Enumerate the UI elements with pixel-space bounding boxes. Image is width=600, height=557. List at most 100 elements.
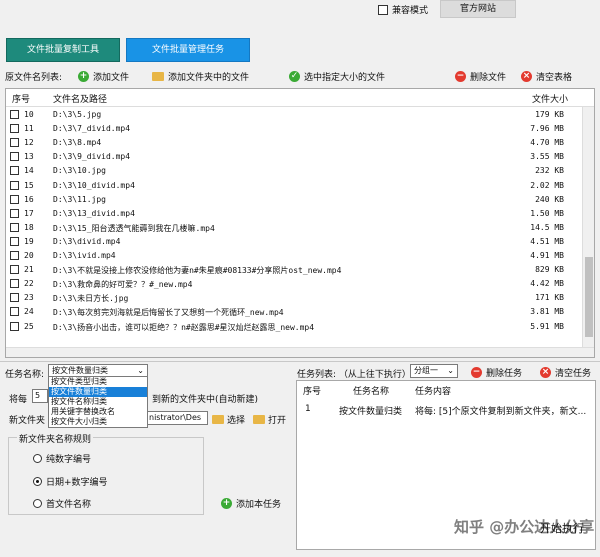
clear-table-button[interactable]: × 清空表格 [521, 70, 572, 83]
rule-option-first-name[interactable]: 首文件名称 [33, 497, 91, 510]
row-path: D:\3\未日方长.jpg [53, 294, 129, 304]
add-folder-files-label: 添加文件夹中的文件 [168, 73, 250, 83]
rule-legend: 新文件夹名称规则 [17, 432, 94, 445]
row-checkbox[interactable] [10, 180, 19, 190]
row-checkbox[interactable] [10, 152, 19, 162]
table-row[interactable]: 22 D:\3\救命鼻的好可爱？？#_new.mp4 4.42 MB [6, 277, 594, 291]
row-checkbox[interactable] [10, 194, 19, 204]
tab-copy-tool[interactable]: 文件批量复制工具 [6, 38, 120, 62]
compat-mode-checkbox[interactable] [378, 4, 388, 15]
row-path: D:\3\10.jpg [53, 166, 106, 176]
clear-task-button[interactable]: × 清空任务 [540, 366, 591, 379]
row-checkbox[interactable] [10, 251, 19, 260]
table-row[interactable]: 11 D:\3\7_divid.mp4 7.96 MB [6, 122, 594, 136]
dropdown-option[interactable]: 用关键字替换改名 [49, 407, 147, 417]
row-no: 23 [24, 293, 34, 303]
select-folder-button[interactable]: 选择 [212, 413, 245, 426]
radio-icon[interactable] [33, 499, 42, 508]
delete-file-label: 删除文件 [470, 73, 507, 83]
table-row[interactable]: 1 按文件数量归类 将每: [5]个原文件复制到新文件夹，新文... [297, 401, 595, 417]
row-path: D:\3\11.jpg [53, 194, 106, 204]
table-row[interactable]: 18 D:\3\15_阳台透透气能薅到我在几楼嘛.mp4 14.5 MB [6, 221, 594, 235]
compat-mode-toggle[interactable]: 兼容模式 [378, 3, 428, 16]
radio-selected-icon[interactable] [33, 477, 42, 486]
row-path: D:\3\9_divid.mp4 [53, 152, 131, 162]
row-checkbox[interactable] [10, 138, 19, 148]
row-checkbox[interactable] [10, 236, 19, 246]
col-name: 任务名称 [353, 387, 390, 397]
dropdown-option[interactable]: 按文件大小归类 [49, 417, 147, 427]
add-file-label: 添加文件 [93, 73, 130, 83]
row-no: 24 [24, 307, 34, 317]
divider [0, 361, 600, 362]
row-checkbox[interactable] [10, 265, 19, 275]
check-icon: ✓ [289, 71, 300, 82]
task-table-header: 序号 任务名称 任务内容 [297, 381, 595, 399]
close-icon: × [540, 367, 551, 378]
row-checkbox[interactable] [10, 208, 19, 218]
row-no: 12 [24, 138, 34, 148]
dropdown-option[interactable]: 按文件数量归类 [49, 387, 147, 397]
dropdown-option[interactable]: 按文件类型归类 [49, 377, 147, 387]
tab-manage-task[interactable]: 文件批量管理任务 [126, 38, 250, 62]
row-checkbox[interactable] [10, 293, 19, 303]
table-row[interactable]: 13 D:\3\9_divid.mp4 3.55 MB [6, 150, 594, 164]
table-row[interactable]: 12 D:\3\8.mp4 4.70 MB [6, 136, 594, 150]
every-count-input[interactable]: 5 [32, 389, 48, 403]
row-checkbox[interactable] [10, 307, 19, 317]
group-value: 分组一 [414, 366, 438, 375]
table-row[interactable]: 10 D:\3\5.jpg 179 KB [6, 108, 594, 122]
row-no: 22 [24, 279, 34, 289]
scrollbar-thumb[interactable] [585, 257, 593, 337]
dropdown-option[interactable]: 按文件名称归类 [49, 397, 147, 407]
row-size: 2.02 MB [530, 180, 564, 190]
table-row[interactable]: 21 D:\3\不就是没接上修农没修给他为妻n#朱星痕#08133#分享照片ost… [6, 263, 594, 277]
add-folder-files-button[interactable]: 添加文件夹中的文件 [152, 70, 249, 83]
select-by-size-button[interactable]: ✓ 选中指定大小的文件 [289, 70, 385, 83]
group-select[interactable]: 分组一 ⌄ [410, 364, 458, 378]
add-task-button[interactable]: + 添加本任务 [221, 497, 281, 510]
file-table[interactable]: 序号 文件名及路径 文件大小 10 D:\3\5.jpg 179 KB 11 D:\3\… [5, 88, 595, 358]
table-row[interactable]: 20 D:\3\ivid.mp4 4.91 MB [6, 249, 594, 263]
table-row[interactable]: 24 D:\3\每次剪完刘海就是后悔留长了又想剪一个死循环_new.mp4 3.81… [6, 305, 594, 319]
row-checkbox[interactable] [10, 222, 19, 232]
row-size: 5.91 MB [530, 321, 564, 331]
add-file-button[interactable]: + 添加文件 [78, 70, 129, 83]
table-row[interactable]: 14 D:\3\10.jpg 232 KB [6, 164, 594, 178]
row-size: 171 KB [535, 293, 564, 303]
rule-option-date[interactable]: 日期+数字编号 [33, 475, 108, 488]
vertical-scrollbar[interactable] [582, 107, 594, 347]
task-name-dropdown[interactable]: 按文件类型归类 按文件数量归类 按文件名称归类 用关键字替换改名 按文件大小归类 [48, 376, 148, 428]
delete-file-button[interactable]: − 删除文件 [455, 70, 506, 83]
radio-icon[interactable] [33, 454, 42, 463]
row-size: 4.70 MB [530, 138, 564, 148]
table-row[interactable]: 16 D:\3\11.jpg 240 KB [6, 193, 594, 207]
row-checkbox[interactable] [10, 279, 19, 289]
row-path: D:\3\每次剪完刘海就是后悔留长了又想剪一个死循环_new.mp4 [53, 308, 284, 318]
rule-option-number[interactable]: 纯数字编号 [33, 452, 91, 465]
row-no: 13 [24, 152, 34, 162]
row-size: 4.91 MB [530, 251, 564, 260]
col-path: 文件名及路径 [53, 95, 108, 105]
row-checkbox[interactable] [10, 124, 19, 134]
row-path: D:\3\15_阳台透透气能薅到我在几楼嘛.mp4 [53, 223, 215, 233]
clear-table-label: 清空表格 [536, 73, 573, 83]
output-path-input[interactable]: nistrator\Des [146, 411, 208, 425]
row-no: 18 [24, 222, 34, 232]
start-button[interactable]: 开始执行 [540, 520, 584, 536]
open-folder-button[interactable]: 打开 [253, 413, 286, 426]
table-row[interactable]: 15 D:\3\10_divid.mp4 2.02 MB [6, 179, 594, 193]
table-row[interactable]: 23 D:\3\未日方长.jpg 171 KB [6, 291, 594, 305]
official-site-button[interactable]: 官方网站 [440, 0, 516, 18]
table-row[interactable]: 19 D:\3\divid.mp4 4.51 MB [6, 235, 594, 249]
table-row[interactable]: 25 D:\3\扬音小出击，谁可以拒绝？？n#赵露思#星汉灿烂赵露思_new.mp… [6, 320, 594, 334]
row-checkbox[interactable] [10, 166, 19, 176]
delete-task-button[interactable]: − 删除任务 [471, 366, 522, 379]
horizontal-scrollbar[interactable] [6, 347, 594, 357]
row-checkbox[interactable] [10, 110, 19, 119]
table-row[interactable]: 17 D:\3\13_divid.mp4 1.50 MB [6, 207, 594, 221]
row-checkbox[interactable] [10, 321, 19, 331]
rule-label: 纯数字编号 [46, 455, 92, 465]
row-size: 4.42 MB [530, 279, 564, 289]
col-no: 序号 [12, 95, 31, 105]
